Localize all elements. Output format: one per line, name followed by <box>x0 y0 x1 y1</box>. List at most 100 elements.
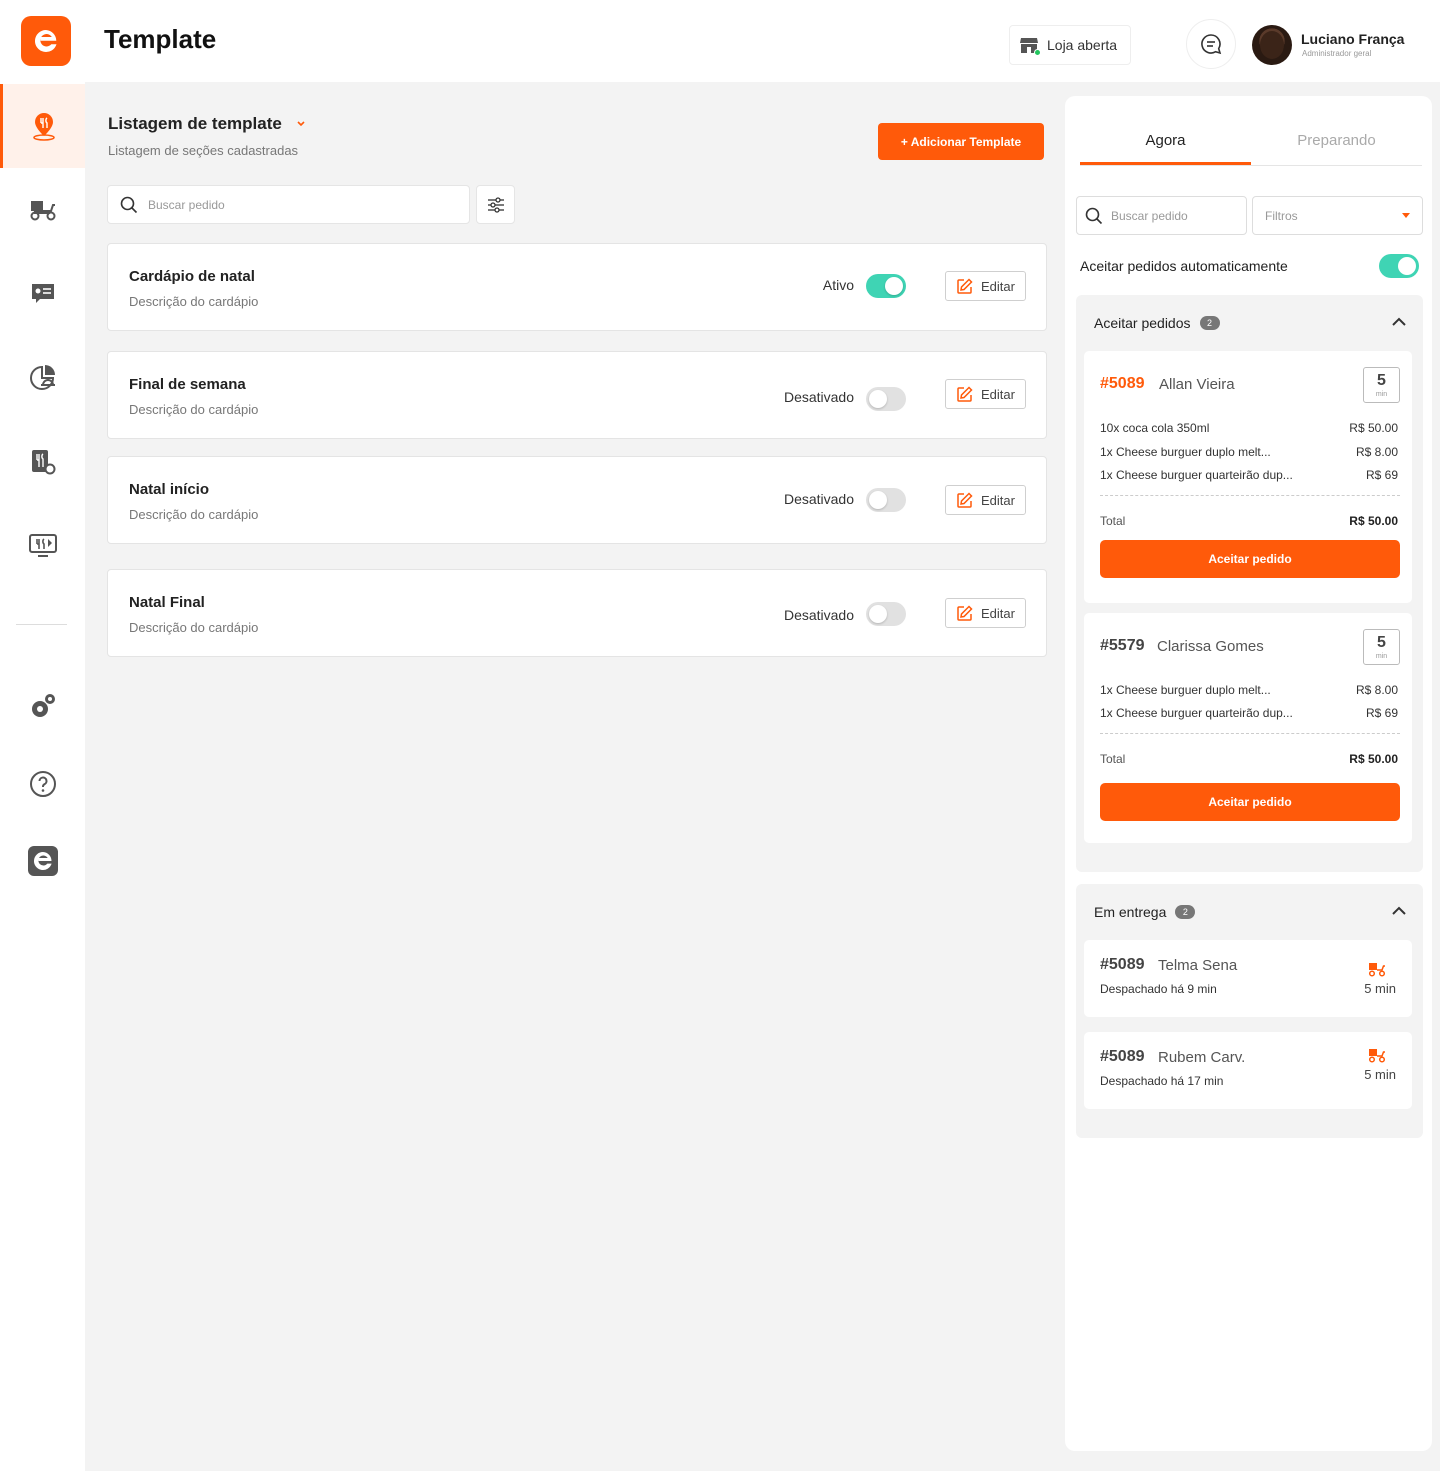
line-price: R$ 8.00 <box>1355 683 1398 697</box>
sidebar-item-brand[interactable] <box>0 819 85 903</box>
template-name: Natal Final <box>129 594 205 611</box>
sidebar-item-kitchen-display[interactable] <box>0 504 85 588</box>
order-line: 1x Cheese burguer quarteirão dup... R$ 6… <box>1100 468 1398 482</box>
edit-label: Editar <box>981 492 1015 508</box>
accept-order-button[interactable]: Aceitar pedido <box>1100 783 1400 821</box>
app-logo[interactable] <box>21 16 71 66</box>
order-total: Total R$ 50.00 <box>1100 752 1398 766</box>
add-template-button[interactable]: + Adicionar Template <box>878 123 1044 160</box>
sidebar-item-delivery[interactable] <box>0 168 85 252</box>
sidebar-item-help[interactable] <box>0 742 85 826</box>
template-active-toggle[interactable] <box>866 488 906 512</box>
chart-dish-icon <box>29 365 55 390</box>
count-badge: 2 <box>1175 905 1196 919</box>
order-line: 1x Cheese burguer duplo melt... R$ 8.00 <box>1100 683 1398 697</box>
edit-button[interactable]: Editar <box>945 485 1026 515</box>
line-price: R$ 69 <box>1365 468 1398 482</box>
top-header: Template Loja aberta Luciano França Admi… <box>0 0 1440 82</box>
eta-unit: min <box>1375 391 1388 398</box>
tab-agora[interactable]: Agora <box>1080 120 1251 165</box>
user-avatar[interactable] <box>1252 25 1292 65</box>
order-customer: Allan Vieira <box>1159 376 1235 393</box>
template-card: Cardápio de natal Descrição do cardápio … <box>107 243 1047 331</box>
auto-accept-toggle[interactable] <box>1379 254 1419 278</box>
sidebar-item-settings[interactable] <box>0 664 85 748</box>
order-search-box <box>1076 196 1247 235</box>
template-active-toggle[interactable] <box>866 387 906 411</box>
edit-button[interactable]: Editar <box>945 271 1026 301</box>
order-search-input[interactable] <box>1111 208 1241 223</box>
template-status: Desativado <box>783 491 854 507</box>
filter-button[interactable] <box>476 185 515 224</box>
sidebar-divider <box>16 624 67 625</box>
order-card: #5089 Allan Vieira 5 min 10x coca cola 3… <box>1084 351 1412 603</box>
tab-preparando[interactable]: Preparando <box>1251 120 1422 165</box>
edit-label: Editar <box>981 605 1015 621</box>
search-input[interactable] <box>148 197 448 212</box>
search-box <box>107 185 470 224</box>
sidebar-item-menu[interactable] <box>0 252 85 336</box>
user-name: Luciano França <box>1301 31 1405 47</box>
edit-button[interactable]: Editar <box>945 598 1026 628</box>
order-id: #5089 <box>1100 375 1145 392</box>
accept-orders-section: Aceitar pedidos 2 #5089 Allan Vieira 5 m… <box>1076 295 1423 872</box>
edit-label: Editar <box>981 278 1015 294</box>
accept-section-title: Aceitar pedidos <box>1094 315 1191 331</box>
sidebar-item-restaurant[interactable] <box>0 420 85 504</box>
accept-section-header[interactable]: Aceitar pedidos 2 <box>1094 315 1220 331</box>
dispatched-time: Despachado há 17 min <box>1100 1074 1224 1088</box>
orders-panel: Agora Preparando Filtros Aceitar pedidos… <box>1065 96 1432 1451</box>
template-description: Descrição do cardápio <box>129 402 259 417</box>
sliders-icon <box>487 196 504 213</box>
delivery-card[interactable]: #5089 Telma Sena Despachado há 9 min 5 m… <box>1084 940 1412 1017</box>
section-title[interactable]: Listagem de template <box>108 114 306 134</box>
line-desc: 1x Cheese burguer quarteirão dup... <box>1100 706 1293 720</box>
total-label: Total <box>1100 752 1126 766</box>
order-line: 1x Cheese burguer quarteirão dup... R$ 6… <box>1100 706 1398 720</box>
edit-icon <box>957 277 973 294</box>
settings-gears-icon <box>31 694 55 717</box>
template-active-toggle[interactable] <box>866 602 906 626</box>
delivery-section: Em entrega 2 #5089 Telma Sena Despachado… <box>1076 884 1423 1138</box>
order-customer: Telma Sena <box>1158 957 1238 974</box>
accept-order-button[interactable]: Aceitar pedido <box>1100 540 1400 578</box>
order-customer: Clarissa Gomes <box>1157 638 1264 655</box>
delivery-scooter-icon <box>1368 1049 1386 1063</box>
total-value: R$ 50.00 <box>1349 514 1398 528</box>
edit-label: Editar <box>981 386 1015 402</box>
filters-label: Filtros <box>1265 208 1298 223</box>
chat-icon <box>1201 34 1222 55</box>
orders-tabs: Agora Preparando <box>1080 120 1422 166</box>
food-monitor-icon <box>28 534 57 557</box>
edit-icon <box>957 491 973 508</box>
total-label: Total <box>1100 514 1126 528</box>
brand-app-icon <box>27 846 58 876</box>
sidebar-item-locations[interactable] <box>0 84 85 168</box>
template-card: Natal início Descrição do cardápio Desat… <box>107 456 1047 544</box>
order-line: 1x Cheese burguer duplo melt... R$ 8.00 <box>1100 445 1398 459</box>
sidebar-item-reports[interactable] <box>0 336 85 420</box>
delivery-eta: 5 min <box>1364 981 1396 996</box>
eta-box: 5 min <box>1363 629 1400 665</box>
delivery-section-header[interactable]: Em entrega 2 <box>1094 904 1196 920</box>
template-status: Desativado <box>783 389 854 405</box>
chat-button[interactable] <box>1186 19 1236 69</box>
chevron-up-icon[interactable] <box>1391 317 1407 327</box>
delivery-card[interactable]: #5089 Rubem Carv. Despachado há 17 min 5… <box>1084 1032 1412 1109</box>
auto-accept-label: Aceitar pedidos automaticamente <box>1080 258 1288 274</box>
store-status-button[interactable]: Loja aberta <box>1009 25 1131 65</box>
eta-value: 5 <box>1377 634 1386 651</box>
help-icon <box>29 771 56 797</box>
order-card: #5579 Clarissa Gomes 5 min 1x Cheese bur… <box>1084 613 1412 843</box>
order-total: Total R$ 50.00 <box>1100 514 1398 528</box>
line-price: R$ 69 <box>1365 706 1398 720</box>
eta-value: 5 <box>1377 372 1386 389</box>
template-description: Descrição do cardápio <box>129 294 259 309</box>
chevron-up-icon[interactable] <box>1391 906 1407 916</box>
search-icon <box>1085 207 1103 224</box>
filters-dropdown[interactable]: Filtros <box>1252 196 1423 235</box>
template-active-toggle[interactable] <box>866 274 906 298</box>
delivery-section-title: Em entrega <box>1094 904 1167 920</box>
template-description: Descrição do cardápio <box>129 620 259 635</box>
edit-button[interactable]: Editar <box>945 379 1026 409</box>
